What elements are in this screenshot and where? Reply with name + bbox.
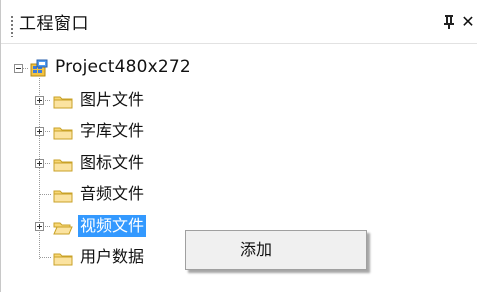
project-icon [30, 59, 48, 77]
tree-item-row[interactable]: 字库文件 [1, 117, 241, 147]
tree-connector [45, 100, 51, 101]
tree-item-label: 用户数据 [80, 247, 145, 266]
pin-icon[interactable] [442, 14, 456, 30]
folder-closed-icon [53, 157, 73, 172]
tree-root-row[interactable]: Project480x272 [1, 55, 241, 85]
tree-connector [45, 131, 51, 132]
tree-item-row[interactable]: 图标文件 [1, 149, 241, 179]
collapse-toggle-icon[interactable] [14, 64, 23, 73]
tree-connector [45, 226, 51, 227]
menu-item-add[interactable]: 添加 [188, 233, 364, 267]
folder-closed-icon [53, 251, 73, 266]
expand-toggle-icon[interactable] [35, 127, 44, 136]
tree-root-label: Project480x272 [55, 57, 191, 77]
tree-connector [40, 194, 51, 195]
menu-item-add-label: 添加 [240, 240, 273, 259]
project-window: 工程窗口 ✕ Project480x272 图片文件 字库文件 图标文件 音频文… [0, 0, 477, 292]
tree-connector [40, 257, 51, 258]
folder-closed-icon [53, 188, 73, 203]
expand-toggle-icon[interactable] [35, 96, 44, 105]
expand-toggle-icon[interactable] [35, 222, 44, 231]
drag-grip-icon[interactable] [11, 15, 13, 37]
context-menu: 添加 [185, 230, 367, 270]
tree-item-row[interactable]: 图片文件 [1, 86, 241, 116]
tree-connector [45, 163, 51, 164]
expand-toggle-icon[interactable] [35, 159, 44, 168]
window-titlebar[interactable]: 工程窗口 ✕ [1, 0, 477, 44]
folder-closed-icon [53, 125, 73, 140]
window-title: 工程窗口 [19, 14, 89, 34]
folder-closed-icon [53, 94, 73, 109]
tree-item-row[interactable]: 音频文件 [1, 180, 241, 210]
tree-item-label: 图标文件 [80, 153, 145, 172]
folder-open-icon [53, 220, 73, 235]
tree-item-label: 视频文件 [78, 215, 147, 237]
tree-item-label: 图片文件 [80, 90, 145, 109]
tree-item-label: 音频文件 [80, 184, 145, 203]
tree-item-label: 字库文件 [80, 121, 145, 140]
close-icon[interactable]: ✕ [460, 13, 476, 31]
